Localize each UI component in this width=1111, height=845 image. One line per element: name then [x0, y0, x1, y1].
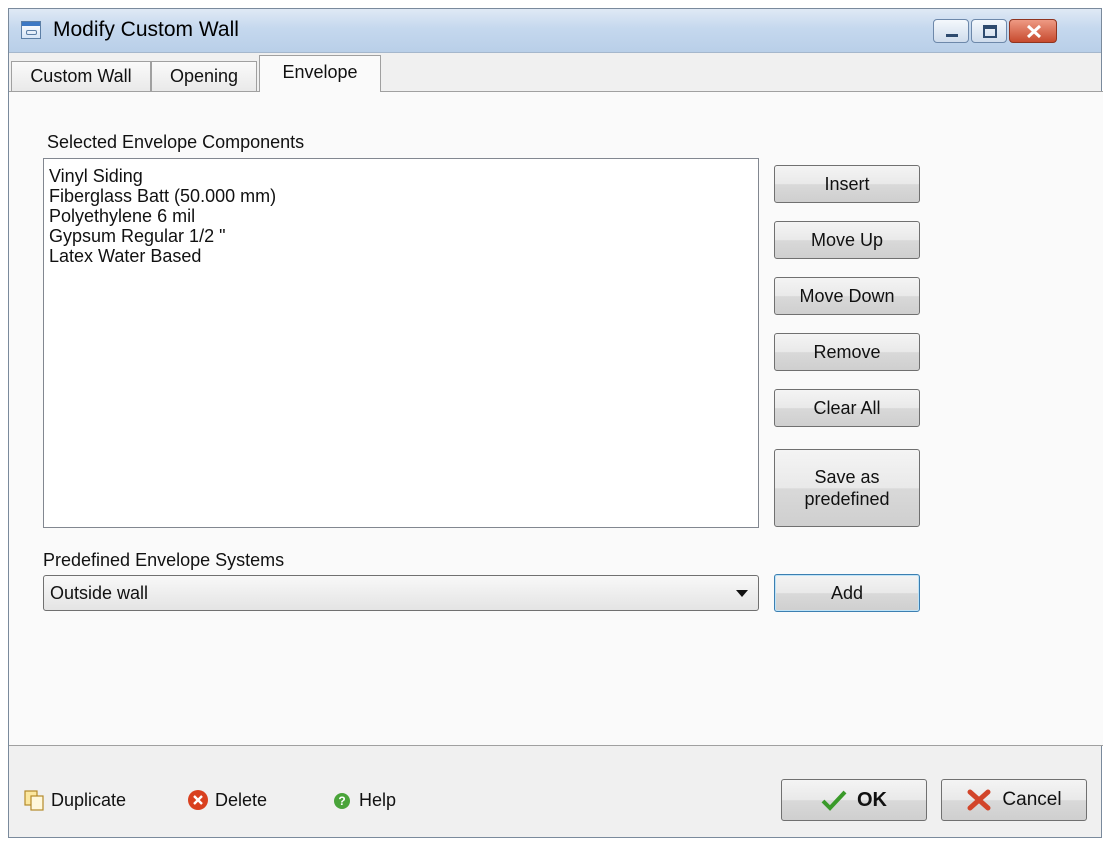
save-as-predefined-button[interactable]: Save as predefined: [774, 449, 920, 527]
app-window-icon: [21, 21, 41, 39]
delete-link[interactable]: Delete: [187, 787, 267, 813]
duplicate-label: Duplicate: [51, 789, 127, 810]
add-button[interactable]: Add: [774, 574, 920, 612]
title-bar: Modify Custom Wall: [9, 9, 1101, 53]
tab-opening[interactable]: Opening: [151, 61, 257, 91]
ok-button[interactable]: OK: [781, 779, 927, 821]
tab-strip: Custom Wall Opening Envelope: [9, 55, 1101, 92]
chevron-down-icon[interactable]: [736, 590, 748, 597]
close-button[interactable]: [1009, 19, 1057, 43]
svg-text:?: ?: [338, 794, 345, 808]
save-as-predefined-line2: predefined: [804, 489, 890, 509]
help-link[interactable]: ? Help: [331, 787, 396, 813]
delete-label: Delete: [215, 789, 268, 810]
predefined-systems-label: Predefined Envelope Systems: [43, 550, 285, 570]
minimize-button[interactable]: [933, 19, 969, 43]
close-icon: [1026, 24, 1042, 39]
checkmark-icon: [821, 790, 847, 811]
minimize-icon: [946, 34, 958, 37]
cancel-button[interactable]: Cancel: [941, 779, 1087, 821]
envelope-panel: Selected Envelope Components Vinyl Sidin…: [9, 91, 1103, 746]
move-down-button[interactable]: Move Down: [774, 277, 920, 315]
cancel-label: Cancel: [1002, 789, 1062, 810]
cancel-x-icon: [967, 789, 991, 811]
modify-custom-wall-dialog: Modify Custom Wall Custom Wall Opening E…: [8, 8, 1103, 838]
insert-button[interactable]: Insert: [774, 165, 920, 203]
list-item[interactable]: Fiberglass Batt (50.000 mm): [49, 186, 758, 206]
remove-button[interactable]: Remove: [774, 333, 920, 371]
duplicate-link[interactable]: Duplicate: [23, 787, 126, 813]
list-item[interactable]: Vinyl Siding: [49, 166, 758, 186]
move-up-button[interactable]: Move Up: [774, 221, 920, 259]
maximize-icon: [983, 25, 997, 38]
maximize-button[interactable]: [971, 19, 1007, 43]
duplicate-icon: [24, 790, 44, 811]
window-title: Modify Custom Wall: [53, 18, 239, 41]
delete-icon: [188, 790, 208, 810]
selected-components-label: Selected Envelope Components: [47, 132, 305, 152]
clear-all-button[interactable]: Clear All: [774, 389, 920, 427]
predefined-systems-value: Outside wall: [50, 583, 149, 603]
tab-envelope[interactable]: Envelope: [259, 55, 381, 92]
predefined-systems-dropdown[interactable]: Outside wall: [43, 575, 759, 611]
envelope-components-list[interactable]: Vinyl Siding Fiberglass Batt (50.000 mm)…: [43, 158, 759, 528]
list-item[interactable]: Gypsum Regular 1/2 ": [49, 226, 758, 246]
tab-custom-wall[interactable]: Custom Wall: [11, 61, 151, 91]
list-item[interactable]: Latex Water Based: [49, 246, 758, 266]
ok-label: OK: [857, 788, 887, 811]
help-label: Help: [359, 789, 397, 810]
save-as-predefined-line1: Save as: [814, 467, 880, 487]
help-icon: ?: [334, 793, 350, 809]
list-item[interactable]: Polyethylene 6 mil: [49, 206, 758, 226]
